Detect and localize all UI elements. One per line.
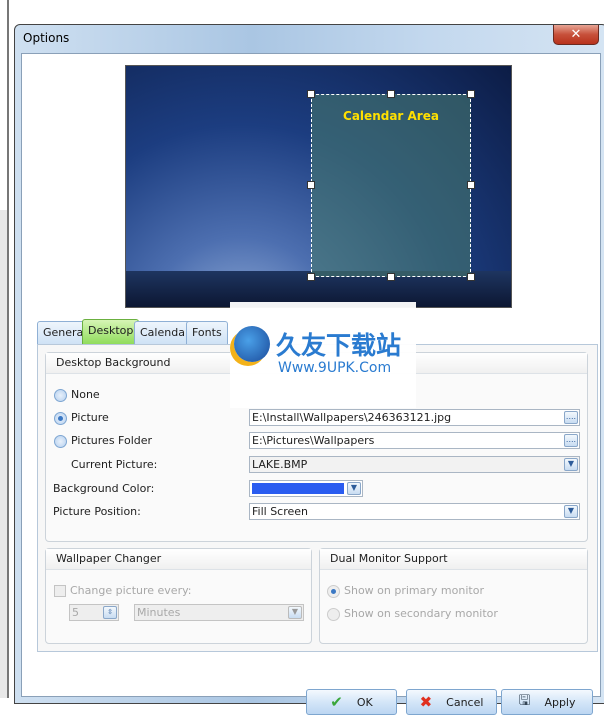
apply-label: Apply xyxy=(544,695,576,709)
background-color-picker[interactable]: ▼ xyxy=(249,480,363,497)
cancel-label: Cancel xyxy=(446,695,484,709)
chevron-down-icon[interactable]: ▼ xyxy=(564,458,578,471)
close-button[interactable]: ✕ xyxy=(553,25,599,45)
resize-handle[interactable] xyxy=(387,90,395,98)
spinner-arrows-icon[interactable]: ⇳ xyxy=(103,606,117,619)
resize-handle[interactable] xyxy=(307,273,315,281)
radio-pictures-folder-label: Pictures Folder xyxy=(71,434,153,447)
calendar-area-label: Calendar Area xyxy=(343,109,439,123)
tab-desktop[interactable]: Desktop xyxy=(82,319,140,344)
close-icon: ✕ xyxy=(570,27,582,42)
interval-unit-select[interactable]: Minutes ▼ xyxy=(134,604,304,621)
resize-handle[interactable] xyxy=(307,90,315,98)
change-picture-label: Change picture every: xyxy=(70,584,192,597)
browse-folder-button[interactable]: .... xyxy=(564,434,578,447)
resize-handle[interactable] xyxy=(467,90,475,98)
wallpaper-changer-group: Wallpaper Changer Change picture every: … xyxy=(45,548,312,644)
radio-none[interactable] xyxy=(54,389,67,402)
picture-path-value: E:\Install\Wallpapers\246363121.jpg xyxy=(252,411,452,424)
radio-pictures-folder[interactable] xyxy=(54,435,67,448)
save-disk-icon: 🖫 xyxy=(518,693,531,709)
current-picture-value: LAKE.BMP xyxy=(252,458,308,471)
cancel-button[interactable]: ✖ Cancel xyxy=(406,689,497,715)
group-title: Wallpaper Changer xyxy=(46,549,311,570)
interval-spinner[interactable]: 5 ⇳ xyxy=(69,604,119,621)
resize-handle[interactable] xyxy=(387,273,395,281)
picture-position-label: Picture Position: xyxy=(53,505,141,518)
radio-primary-monitor[interactable] xyxy=(327,585,340,598)
dual-monitor-group: Dual Monitor Support Show on primary mon… xyxy=(319,548,588,644)
apply-button[interactable]: 🖫 Apply xyxy=(501,689,593,715)
watermark-globe-icon xyxy=(234,326,270,362)
desktop-preview: Calendar Area xyxy=(125,65,512,308)
interval-unit-value: Minutes xyxy=(137,606,181,619)
calendar-area-selection[interactable]: Calendar Area xyxy=(311,94,471,277)
background-window-edge xyxy=(0,0,9,698)
picture-position-select[interactable]: Fill Screen ▼ xyxy=(249,503,580,520)
radio-picture-label: Picture xyxy=(71,411,109,424)
background-color-label: Background Color: xyxy=(53,482,155,495)
resize-handle[interactable] xyxy=(307,181,315,189)
watermark-logo: 久友下载站 Www.9UPK.Com xyxy=(230,302,416,408)
ok-button[interactable]: ✔ OK xyxy=(306,689,397,715)
radio-primary-monitor-label: Show on primary monitor xyxy=(344,584,484,597)
cancel-x-icon: ✖ xyxy=(419,693,433,711)
watermark-url: Www.9UPK.Com xyxy=(278,360,392,376)
color-swatch xyxy=(252,483,344,494)
radio-picture[interactable] xyxy=(54,412,67,425)
resize-handle[interactable] xyxy=(467,273,475,281)
folder-path-value: E:\Pictures\Wallpapers xyxy=(252,434,375,447)
chevron-down-icon[interactable]: ▼ xyxy=(564,505,578,518)
change-picture-checkbox[interactable] xyxy=(54,585,66,597)
window-title: Options xyxy=(23,31,70,45)
interval-value: 5 xyxy=(72,606,79,619)
current-picture-select[interactable]: LAKE.BMP ▼ xyxy=(249,456,580,473)
picture-path-input[interactable]: E:\Install\Wallpapers\246363121.jpg.... xyxy=(249,409,580,426)
chevron-down-icon[interactable]: ▼ xyxy=(347,482,361,495)
checkmark-icon: ✔ xyxy=(330,693,343,711)
chevron-down-icon[interactable]: ▼ xyxy=(288,606,302,619)
group-title: Dual Monitor Support xyxy=(320,549,587,570)
radio-secondary-monitor[interactable] xyxy=(327,608,340,621)
radio-none-label: None xyxy=(71,388,100,401)
picture-position-value: Fill Screen xyxy=(252,505,309,518)
resize-handle[interactable] xyxy=(467,181,475,189)
radio-secondary-monitor-label: Show on secondary monitor xyxy=(344,607,498,620)
watermark-text: 久友下载站 xyxy=(276,331,402,360)
current-picture-label: Current Picture: xyxy=(71,458,158,471)
ok-label: OK xyxy=(356,695,373,709)
tab-fonts[interactable]: Fonts xyxy=(186,321,228,344)
folder-path-input[interactable]: E:\Pictures\Wallpapers.... xyxy=(249,432,580,449)
browse-picture-button[interactable]: .... xyxy=(564,411,578,424)
